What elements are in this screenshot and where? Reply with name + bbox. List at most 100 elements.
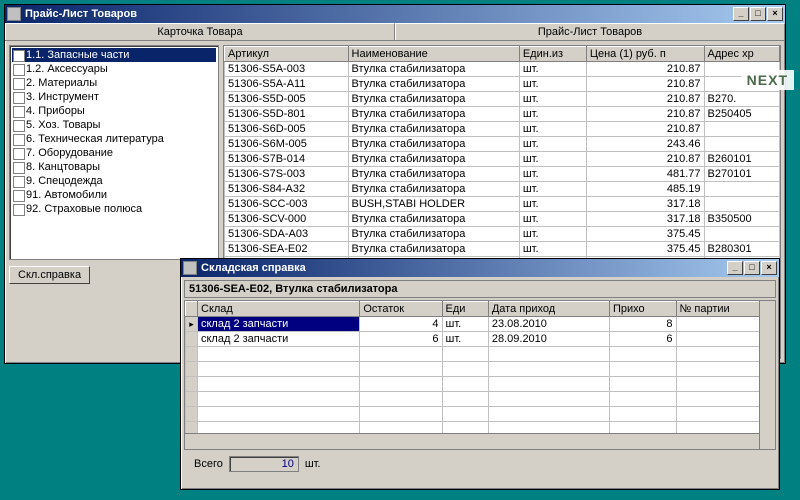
tree-item[interactable]: 5. Хоз. Товары: [12, 118, 216, 132]
column-header[interactable]: Адрес хр: [704, 47, 779, 62]
table-row[interactable]: 51306-S5D-005Втулка стабилизаторашт.210.…: [225, 92, 780, 107]
cell: Втулка стабилизатора: [348, 92, 519, 107]
table-row[interactable]: 51306-S84-A32Втулка стабилизаторашт.485.…: [225, 182, 780, 197]
main-title: Прайс-Лист Товаров: [25, 8, 733, 20]
maximize-button[interactable]: □: [750, 7, 766, 21]
cell: [442, 377, 488, 392]
tab-card[interactable]: Карточка Товара: [5, 23, 395, 40]
scrollbar-vertical[interactable]: [759, 301, 775, 449]
table-row[interactable]: [186, 392, 775, 407]
column-header[interactable]: Цена (1) руб. п: [586, 47, 704, 62]
cell: 317.18: [586, 197, 704, 212]
cell: шт.: [519, 167, 586, 182]
table-row[interactable]: 51306-S6M-005Втулка стабилизаторашт.243.…: [225, 137, 780, 152]
dlg-minimize-button[interactable]: _: [727, 261, 743, 275]
close-button[interactable]: ×: [767, 7, 783, 21]
column-header[interactable]: Наименование: [348, 47, 519, 62]
total-value: 10: [229, 456, 299, 472]
cell: шт.: [442, 317, 488, 332]
dialog-titlebar[interactable]: Складская справка _ □ ×: [181, 259, 779, 277]
row-indicator: [186, 332, 198, 347]
row-indicator: [186, 407, 198, 422]
cell: [360, 407, 442, 422]
cell: 485.19: [586, 182, 704, 197]
table-row[interactable]: склад 2 запчасти6шт.28.09.20106: [186, 332, 775, 347]
cell: 51306-SCV-000: [225, 212, 349, 227]
table-row[interactable]: 51306-SCC-003BUSH,STABI HOLDERшт.317.18: [225, 197, 780, 212]
cell: шт.: [519, 107, 586, 122]
total-label: Всего: [194, 458, 223, 470]
tree-item[interactable]: 92. Страховые полюса: [12, 202, 216, 216]
stock-grid[interactable]: СкладОстатокЕдиДата приходПрихо№ партии …: [184, 300, 776, 450]
tree-item[interactable]: 9. Спецодежда: [12, 174, 216, 188]
column-header[interactable]: Артикул: [225, 47, 349, 62]
tree-item[interactable]: 8. Канцтовары: [12, 160, 216, 174]
table-row[interactable]: 51306-S6D-005Втулка стабилизаторашт.210.…: [225, 122, 780, 137]
cell: склад 2 запчасти: [198, 332, 360, 347]
cell: 6: [360, 332, 442, 347]
row-indicator: [186, 347, 198, 362]
main-titlebar[interactable]: Прайс-Лист Товаров _ □ ×: [5, 5, 785, 23]
cell: Втулка стабилизатора: [348, 122, 519, 137]
table-row[interactable]: 51306-S5D-801Втулка стабилизаторашт.210.…: [225, 107, 780, 122]
table-row[interactable]: 51306-S5A-003Втулка стабилизаторашт.210.…: [225, 62, 780, 77]
table-row[interactable]: [186, 347, 775, 362]
dlg-close-button[interactable]: ×: [761, 261, 777, 275]
cell: [442, 347, 488, 362]
cell: Втулка стабилизатора: [348, 137, 519, 152]
cell: 51306-S5A-003: [225, 62, 349, 77]
dlg-maximize-button[interactable]: □: [744, 261, 760, 275]
stock-info-button[interactable]: Скл.справка: [9, 266, 90, 284]
column-header[interactable]: Дата приход: [488, 302, 609, 317]
cell: шт.: [519, 62, 586, 77]
tree-item[interactable]: 6. Техническая литература: [12, 132, 216, 146]
cell: [360, 362, 442, 377]
cell: Втулка стабилизатора: [348, 212, 519, 227]
column-header[interactable]: Склад: [198, 302, 360, 317]
cell: [198, 392, 360, 407]
cell: 4: [360, 317, 442, 332]
column-header[interactable]: Прихо: [609, 302, 676, 317]
table-row[interactable]: ▸склад 2 запчасти4шт.23.08.20108: [186, 317, 775, 332]
table-row[interactable]: 51306-SDA-A03Втулка стабилизаторашт.375.…: [225, 227, 780, 242]
cell: шт.: [519, 197, 586, 212]
table-row[interactable]: [186, 362, 775, 377]
scrollbar-horizontal[interactable]: [185, 433, 759, 449]
cell: [442, 362, 488, 377]
cell: шт.: [519, 227, 586, 242]
cell: [609, 407, 676, 422]
category-tree[interactable]: 1.1. Запасные части1.2. Аксессуары2. Мат…: [9, 45, 219, 260]
cell: Втулка стабилизатора: [348, 62, 519, 77]
table-row[interactable]: 51306-SEA-E02Втулка стабилизаторашт.375.…: [225, 242, 780, 257]
cell: Втулка стабилизатора: [348, 152, 519, 167]
table-row[interactable]: 51306-S7S-003Втулка стабилизаторашт.481.…: [225, 167, 780, 182]
table-row[interactable]: [186, 407, 775, 422]
cell: шт.: [519, 212, 586, 227]
table-row[interactable]: [186, 377, 775, 392]
column-header[interactable]: Остаток: [360, 302, 442, 317]
table-row[interactable]: 51306-S5A-A11Втулка стабилизаторашт.210.…: [225, 77, 780, 92]
tree-item[interactable]: 1.1. Запасные части: [12, 48, 216, 62]
column-header[interactable]: Един.из: [519, 47, 586, 62]
cell: шт.: [519, 137, 586, 152]
cell: 243.46: [586, 137, 704, 152]
cell: 210.87: [586, 107, 704, 122]
cell: 8: [609, 317, 676, 332]
column-header[interactable]: Еди: [442, 302, 488, 317]
tree-item[interactable]: 4. Приборы: [12, 104, 216, 118]
cell: [704, 122, 779, 137]
cell: 23.08.2010: [488, 317, 609, 332]
tree-item[interactable]: 1.2. Аксессуары: [12, 62, 216, 76]
table-row[interactable]: 51306-SCV-000Втулка стабилизаторашт.317.…: [225, 212, 780, 227]
tree-item[interactable]: 2. Материалы: [12, 76, 216, 90]
table-row[interactable]: 51306-S7B-014Втулка стабилизаторашт.210.…: [225, 152, 780, 167]
cell: [609, 392, 676, 407]
cell: шт.: [519, 182, 586, 197]
cell: 375.45: [586, 227, 704, 242]
tab-pricelist[interactable]: Прайс-Лист Товаров: [395, 23, 785, 40]
tree-item[interactable]: 91. Автомобили: [12, 188, 216, 202]
cell: 51306-S5D-801: [225, 107, 349, 122]
tree-item[interactable]: 3. Инструмент: [12, 90, 216, 104]
minimize-button[interactable]: _: [733, 7, 749, 21]
tree-item[interactable]: 7. Оборудование: [12, 146, 216, 160]
